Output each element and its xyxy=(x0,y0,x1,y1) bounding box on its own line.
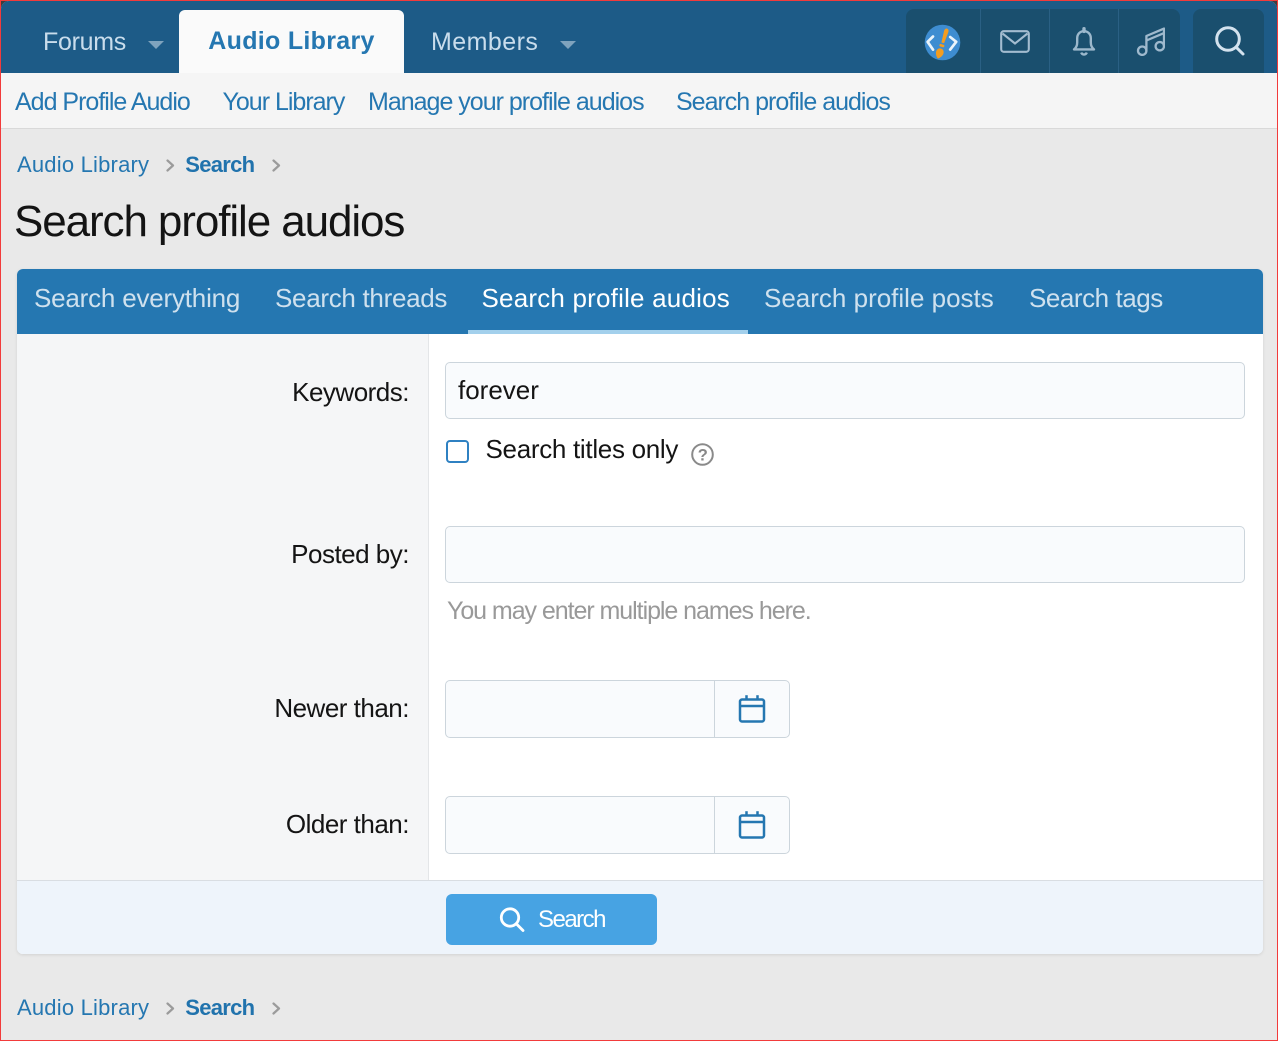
svg-text:?: ? xyxy=(698,447,708,465)
